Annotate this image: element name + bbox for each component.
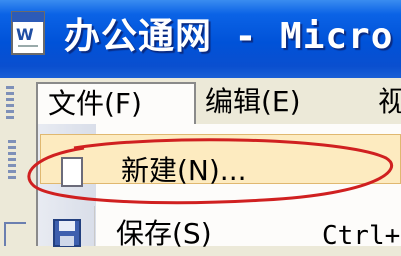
menu-file[interactable]: 文件(F): [36, 82, 196, 126]
menubar-grip-icon[interactable]: [6, 86, 14, 122]
window-title: 办公通网 - Micro: [64, 16, 394, 57]
menu-view[interactable]: 视: [378, 82, 401, 122]
menu-divider: [94, 206, 95, 246]
menu-bar: 文件(F) 编辑(E) 视: [0, 78, 401, 126]
menu-item-save-shortcut: Ctrl+: [322, 221, 401, 251]
menu-item-save-label[interactable]: 保存(S): [116, 214, 212, 254]
annotation-ellipse: [27, 138, 393, 205]
toolbar-button-fragment[interactable]: [4, 222, 26, 246]
svg-text:W: W: [16, 25, 34, 44]
save-disk-icon: [53, 219, 81, 247]
word-document-icon: W: [11, 11, 45, 55]
menu-edit[interactable]: 编辑(E): [205, 82, 301, 122]
title-bar: W 办公通网 - Micro: [0, 0, 401, 78]
